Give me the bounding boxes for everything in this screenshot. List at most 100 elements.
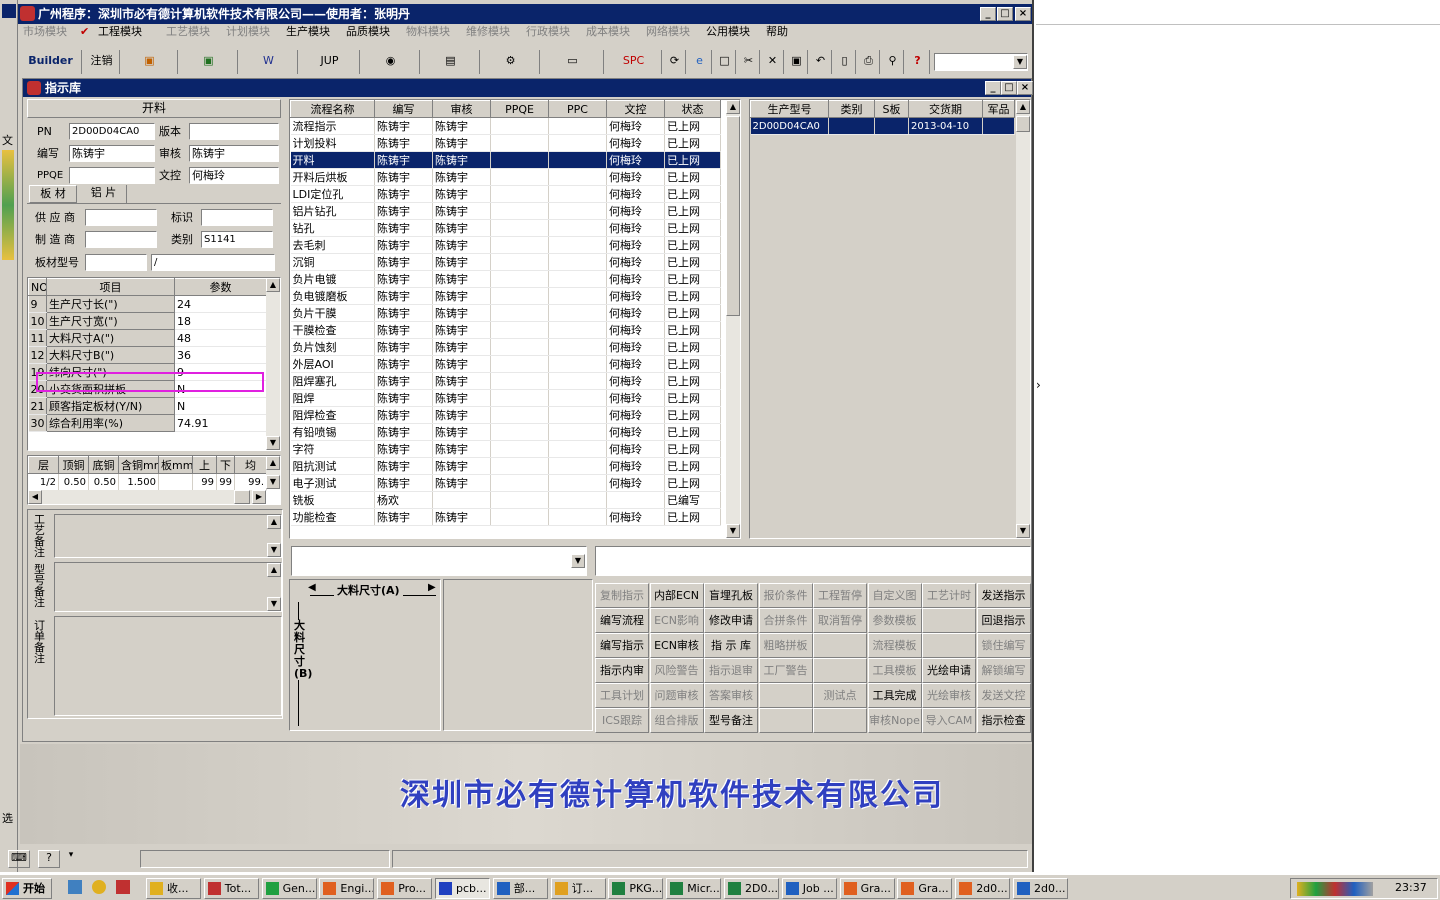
editor-field[interactable]: 陈铸宇 bbox=[69, 145, 155, 162]
taskbar-task[interactable]: 2d0... bbox=[955, 878, 1011, 899]
computer-icon[interactable]: ▭ bbox=[542, 50, 604, 74]
strip-icons[interactable] bbox=[2, 150, 14, 260]
process-row[interactable]: 电子测试 陈铸宇 陈铸宇 何梅玲 已上网 bbox=[290, 474, 721, 492]
board-model-field[interactable] bbox=[85, 254, 147, 271]
start-button[interactable]: 开始 bbox=[2, 878, 52, 899]
process-header[interactable]: 审核 bbox=[432, 100, 491, 118]
process-row[interactable]: 负片电镀 陈铸宇 陈铸宇 何梅玲 已上网 bbox=[290, 270, 721, 288]
network-icon[interactable]: ⚙ bbox=[482, 50, 540, 74]
word-icon[interactable]: W bbox=[240, 50, 298, 74]
taskbar-task[interactable]: Micr... bbox=[666, 878, 722, 899]
action-button-empty[interactable] bbox=[758, 708, 813, 733]
process-row[interactable]: 负片蚀刻 陈铸宇 陈铸宇 何梅玲 已上网 bbox=[290, 338, 721, 356]
process-header[interactable]: 文控 bbox=[606, 100, 665, 118]
action-button-empty[interactable] bbox=[922, 608, 976, 633]
process-combo[interactable]: ▼ bbox=[291, 546, 587, 576]
action-button-empty[interactable] bbox=[813, 633, 867, 658]
action-button[interactable]: ECN影响 bbox=[649, 608, 704, 633]
new-icon[interactable]: □ bbox=[714, 50, 736, 74]
action-button[interactable]: 组合排版 bbox=[649, 708, 704, 733]
action-button-empty[interactable] bbox=[758, 683, 813, 708]
process-scroll-down-icon[interactable]: ▼ bbox=[726, 524, 740, 538]
action-button[interactable]: 取消暂停 bbox=[813, 608, 867, 633]
process-row[interactable]: 干膜检查 陈铸宇 陈铸宇 何梅玲 已上网 bbox=[290, 321, 721, 339]
note1-scroll-up-icon[interactable]: ▲ bbox=[267, 515, 281, 529]
action-button[interactable]: 工具完成 bbox=[867, 683, 922, 708]
model-header[interactable]: 军品 bbox=[982, 100, 1015, 118]
process-row[interactable]: 功能检查 陈铸宇 陈铸宇 何梅玲 已上网 bbox=[290, 508, 721, 526]
action-button[interactable]: 工艺计时 bbox=[922, 583, 976, 608]
action-button[interactable]: 指 示 库 bbox=[704, 633, 758, 658]
taskbar-task[interactable]: Gen... bbox=[261, 878, 317, 899]
model-header[interactable]: 类别 bbox=[828, 100, 875, 118]
taskbar-task[interactable]: 订... bbox=[550, 878, 606, 899]
note-order-field[interactable] bbox=[54, 616, 282, 716]
maker-field[interactable] bbox=[85, 231, 157, 248]
save-icon[interactable]: ▣ bbox=[786, 50, 808, 74]
taskbar-task[interactable]: 2d0... bbox=[1013, 878, 1068, 899]
ie-icon[interactable]: e bbox=[688, 50, 712, 74]
find-icon[interactable]: ⚲ bbox=[882, 50, 904, 74]
process-row[interactable]: 流程指示 陈铸宇 陈铸宇 何梅玲 已上网 bbox=[290, 117, 721, 135]
params-value-cell[interactable]: 24 bbox=[174, 295, 267, 313]
print-icon[interactable]: ⎙ bbox=[858, 50, 880, 74]
process-row[interactable]: 阻焊 陈铸宇 陈铸宇 何梅玲 已上网 bbox=[290, 389, 721, 407]
layer-scroll-up-icon[interactable]: ▲ bbox=[266, 456, 280, 470]
logout-button[interactable]: 注销 bbox=[84, 50, 120, 74]
process-row[interactable]: 去毛刺 陈铸宇 陈铸宇 何梅玲 已上网 bbox=[290, 236, 721, 254]
action-button[interactable]: 光绘审核 bbox=[922, 683, 976, 708]
menu-production[interactable]: 生产模块 bbox=[286, 24, 330, 42]
model-row[interactable]: 2D00D04CA0 2013-04-10 bbox=[750, 117, 1015, 135]
help-status-icon[interactable]: ? bbox=[38, 850, 60, 868]
process-row[interactable]: 计划投料 陈铸宇 陈铸宇 何梅玲 已上网 bbox=[290, 134, 721, 152]
menu-help[interactable]: 帮助 bbox=[766, 24, 788, 42]
note1-scroll-down-icon[interactable]: ▼ bbox=[267, 543, 281, 557]
taskbar-task[interactable]: 2D0... bbox=[724, 878, 779, 899]
action-button[interactable]: ECN审核 bbox=[649, 633, 704, 658]
process-row[interactable]: 阻抗测试 陈铸宇 陈铸宇 何梅玲 已上网 bbox=[290, 457, 721, 475]
model-header[interactable]: 生产型号 bbox=[750, 100, 829, 118]
action-button[interactable]: 答案审核 bbox=[704, 683, 758, 708]
taskbar-task[interactable]: 收... bbox=[146, 878, 201, 899]
toolbar-dropdown[interactable]: ▼ bbox=[934, 53, 1028, 71]
note2-scroll-down-icon[interactable]: ▼ bbox=[267, 597, 281, 611]
jup-button[interactable]: JUP bbox=[300, 50, 360, 74]
desktop-icon[interactable] bbox=[68, 880, 82, 894]
eye-icon[interactable]: ◉ bbox=[362, 50, 420, 74]
process-row[interactable]: 负片干膜 陈铸宇 陈铸宇 何梅玲 已上网 bbox=[290, 304, 721, 322]
report-icon[interactable]: ▣ bbox=[122, 50, 178, 74]
layer-scroll-down-icon[interactable]: ▼ bbox=[266, 475, 280, 489]
model-scrollbar[interactable]: ▲ ▼ bbox=[1016, 100, 1030, 538]
action-button[interactable]: 自定义图 bbox=[867, 583, 922, 608]
params-scrollbar[interactable]: ▲ ▼ bbox=[266, 278, 280, 450]
clock-app-icon[interactable] bbox=[92, 880, 106, 894]
process-row[interactable]: 外层AOI 陈铸宇 陈铸宇 何梅玲 已上网 bbox=[290, 355, 721, 373]
params-value-cell[interactable]: 74.91 bbox=[174, 414, 267, 432]
refresh-icon[interactable]: ⟳ bbox=[664, 50, 686, 74]
action-button[interactable]: 风险警告 bbox=[649, 658, 704, 683]
action-button[interactable]: 工程暂停 bbox=[813, 583, 867, 608]
process-row[interactable]: 铝片钻孔 陈铸宇 陈铸宇 何梅玲 已上网 bbox=[290, 202, 721, 220]
action-button[interactable]: 审核Nope bbox=[867, 708, 922, 733]
action-button[interactable]: 测试点 bbox=[813, 683, 867, 708]
params-row[interactable]: 9 生产尺寸长(") 24 bbox=[28, 295, 267, 313]
action-button-empty[interactable] bbox=[813, 658, 867, 683]
action-button-empty[interactable] bbox=[813, 708, 867, 733]
taskbar-task[interactable]: 部... bbox=[492, 878, 548, 899]
tray-icons[interactable] bbox=[1297, 882, 1373, 896]
menu-process[interactable]: 工艺模块 bbox=[166, 24, 210, 42]
menu-engineering[interactable]: 工程模块 bbox=[98, 24, 142, 42]
close-button[interactable]: × bbox=[1015, 7, 1031, 21]
action-button[interactable]: 指示检查 bbox=[976, 708, 1031, 733]
menu-material[interactable]: 物料模块 bbox=[406, 24, 450, 42]
action-button[interactable]: 发送指示 bbox=[976, 583, 1031, 608]
note-model-field[interactable]: ▲ ▼ bbox=[54, 562, 282, 612]
menu-plan[interactable]: 计划模块 bbox=[226, 24, 270, 42]
action-button[interactable]: 工具模板 bbox=[867, 658, 922, 683]
version-field[interactable] bbox=[189, 123, 279, 140]
cut-icon[interactable]: ✂ bbox=[738, 50, 760, 74]
minimize-button[interactable]: _ bbox=[980, 7, 996, 21]
taskbar-task[interactable]: Pro... bbox=[377, 878, 433, 899]
action-button[interactable]: 导入CAM bbox=[922, 708, 976, 733]
process-header[interactable]: 状态 bbox=[664, 100, 721, 118]
